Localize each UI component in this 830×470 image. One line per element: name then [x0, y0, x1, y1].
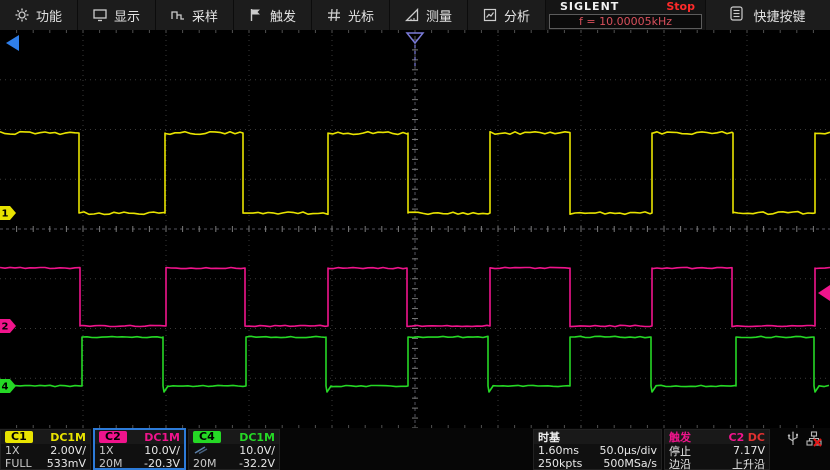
lan-disconnected-icon — [806, 431, 822, 450]
coupling-label: DC1M — [50, 430, 86, 444]
menu-item-acquire[interactable]: 采样 — [156, 0, 234, 30]
keypad-icon — [730, 5, 744, 25]
gear-icon — [15, 8, 29, 22]
menu-item-display[interactable]: 显示 — [78, 0, 156, 30]
trigger-box[interactable]: 触发 C2 DC 停止 7.17V 边沿 上升沿 — [664, 429, 770, 470]
volts-per-div: 2.00V/ — [50, 444, 86, 457]
waveform-display-area[interactable]: 1 2 4 — [0, 30, 830, 429]
menu-item-analysis[interactable]: 分析 — [468, 0, 546, 30]
menu-bar: 功能 显示 采样 触发 光标 测量 分析 SIGLENT Stop f = 10… — [0, 0, 830, 30]
channel-position-label: 2 — [2, 322, 9, 333]
menu-item-function[interactable]: 功能 — [0, 0, 78, 30]
bandwidth-label: 20M — [99, 457, 123, 470]
offset-value: -32.2V — [239, 457, 275, 470]
channel-badge-c4: C4 — [193, 431, 221, 443]
timebase-delay: 1.60ms — [538, 444, 579, 457]
oscilloscope-screen: 功能 显示 采样 触发 光标 测量 分析 SIGLENT Stop f = 10… — [0, 0, 830, 470]
attenuation-label: 1X — [5, 444, 20, 457]
coupling-label: DC1M — [144, 430, 180, 444]
menu-item-label: 显示 — [113, 9, 140, 25]
menu-item-measure[interactable]: 测量 — [390, 0, 468, 30]
menu-item-label: 光标 — [347, 9, 374, 25]
trigger-type: 边沿 — [669, 457, 691, 470]
bandwidth-label: FULL — [5, 457, 32, 470]
offset-value: -20.3V — [144, 457, 180, 470]
memory-depth: 250kpts — [538, 457, 583, 470]
measure-icon — [404, 8, 419, 22]
volts-per-div: 10.0V/ — [239, 444, 275, 457]
trigger-coupling: DC — [747, 430, 765, 444]
bandwidth-label: 20M — [193, 457, 217, 470]
shortcut-keys-button[interactable]: 快捷按键 — [706, 0, 830, 30]
timebase-title: 时基 — [538, 431, 560, 444]
shortcut-keys-label: 快捷按键 — [753, 9, 806, 25]
channel-box-c2[interactable]: C2 DC1M 1X 10.0V/ 20M -20.3V — [93, 428, 186, 470]
trigger-slope: 上升沿 — [732, 457, 765, 470]
trigger-delay-marker[interactable] — [6, 35, 19, 51]
attenuation-label: 1X — [99, 444, 114, 457]
channel-position-label: 1 — [2, 209, 9, 220]
channel-badge-c1: C1 — [5, 431, 33, 443]
trigger-flag-icon — [249, 8, 263, 22]
channel-box-c1[interactable]: C1 DC1M 1X 2.00V/ FULL 533mV — [0, 429, 91, 470]
usb-icon — [786, 431, 800, 450]
cursor-icon — [327, 8, 341, 22]
frequency-counter: f = 10.00005kHz — [549, 14, 702, 29]
brand-logo: SIGLENT — [560, 0, 620, 13]
menu-item-label: 测量 — [425, 9, 452, 25]
sampling-icon — [171, 8, 185, 22]
timebase-box[interactable]: 时基 1.60ms 50.0µs/div 250kpts 500MSa/s — [533, 429, 662, 470]
volts-per-div: 10.0V/ — [144, 444, 180, 457]
coupling-label: DC1M — [239, 430, 275, 444]
channel-box-c4[interactable]: C4 DC1M 10.0V/ 20M -32.2V — [188, 429, 280, 470]
menu-item-label: 功能 — [35, 9, 62, 25]
graticule-and-traces: 1 2 4 — [0, 30, 830, 429]
channel-position-label: 4 — [2, 382, 9, 393]
menu-item-label: 触发 — [269, 9, 296, 25]
skew-icon — [193, 444, 209, 457]
trigger-level-marker[interactable] — [818, 285, 830, 301]
timebase-scale: 50.0µs/div — [599, 444, 657, 457]
sample-rate: 500MSa/s — [603, 457, 657, 470]
analysis-icon — [483, 8, 497, 22]
menu-item-cursors[interactable]: 光标 — [312, 0, 390, 30]
menu-item-label: 分析 — [503, 9, 530, 25]
acquisition-status: Stop — [666, 0, 695, 13]
display-icon — [93, 8, 107, 22]
menu-item-trigger[interactable]: 触发 — [234, 0, 312, 30]
offset-value: 533mV — [46, 457, 86, 470]
menu-item-label: 采样 — [191, 9, 218, 25]
channel-badge-c2: C2 — [99, 431, 127, 443]
trigger-source: C2 — [728, 430, 745, 444]
status-bar: C1 DC1M 1X 2.00V/ FULL 533mV C2 DC1M 1X … — [0, 428, 830, 470]
logo-status-block: SIGLENT Stop f = 10.00005kHz — [546, 0, 706, 30]
